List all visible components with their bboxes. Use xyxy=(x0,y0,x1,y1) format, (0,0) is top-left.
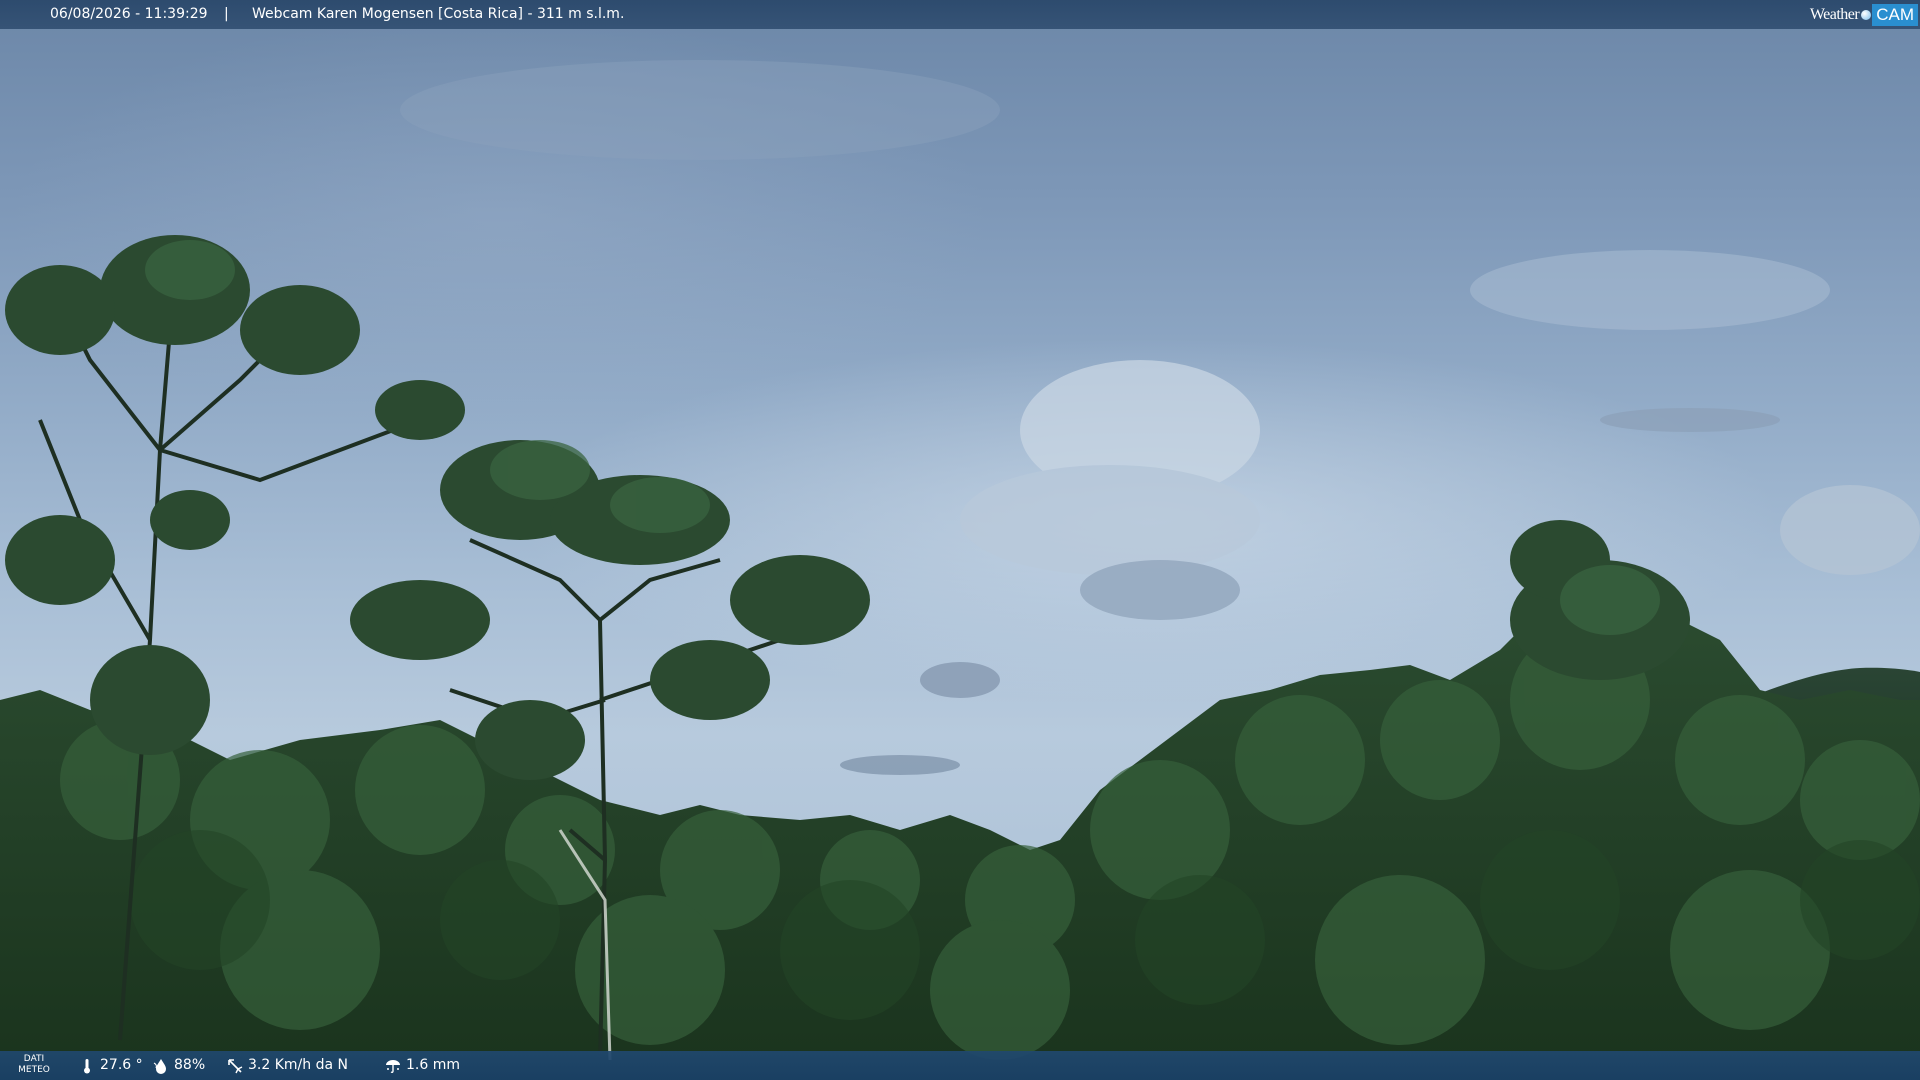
top-info-bar: 06/08/2026 - 11:39:29 | Webcam Karen Mog… xyxy=(0,0,1920,29)
weathercam-logo: Weather CAM xyxy=(1810,2,1918,27)
camera-title: Webcam Karen Mogensen [Costa Rica] - 311… xyxy=(252,6,625,22)
meteo-label-line1: DATI xyxy=(23,1054,45,1064)
rain-gauge-icon xyxy=(386,1059,400,1073)
meteo-label: DATI METEO xyxy=(14,1054,54,1076)
humidity-reading: 88% xyxy=(152,1051,205,1080)
webcam-viewer: 06/08/2026 - 11:39:29 | Webcam Karen Mog… xyxy=(0,0,1920,1080)
humidity-drop-icon xyxy=(153,1058,166,1074)
temperature-value: 27.6 ° xyxy=(100,1057,143,1073)
meteo-label-line2: METEO xyxy=(18,1065,50,1075)
wind-reading: 3.2 Km/h da N xyxy=(226,1051,348,1080)
weather-data-bar: DATI METEO 27.6 ° 88% 3.2 Km/h da N 1.6 … xyxy=(0,1051,1920,1080)
rain-value: 1.6 mm xyxy=(406,1057,460,1073)
globe-dot-icon xyxy=(1861,9,1872,20)
humidity-value: 88% xyxy=(174,1057,206,1073)
timestamp: 06/08/2026 - 11:39:29 xyxy=(50,6,208,22)
logo-weather-text: Weather xyxy=(1809,6,1860,23)
temperature-reading: 27.6 ° xyxy=(78,1051,143,1080)
landscape-scene xyxy=(0,60,1920,1080)
webcam-image xyxy=(0,0,1920,1080)
rain-reading: 1.6 mm xyxy=(384,1051,460,1080)
title-separator: | xyxy=(224,6,229,22)
wind-value: 3.2 Km/h da N xyxy=(248,1057,348,1073)
logo-cam-text: CAM xyxy=(1872,3,1918,26)
wind-vane-icon xyxy=(228,1058,243,1073)
thermometer-icon xyxy=(84,1058,90,1073)
